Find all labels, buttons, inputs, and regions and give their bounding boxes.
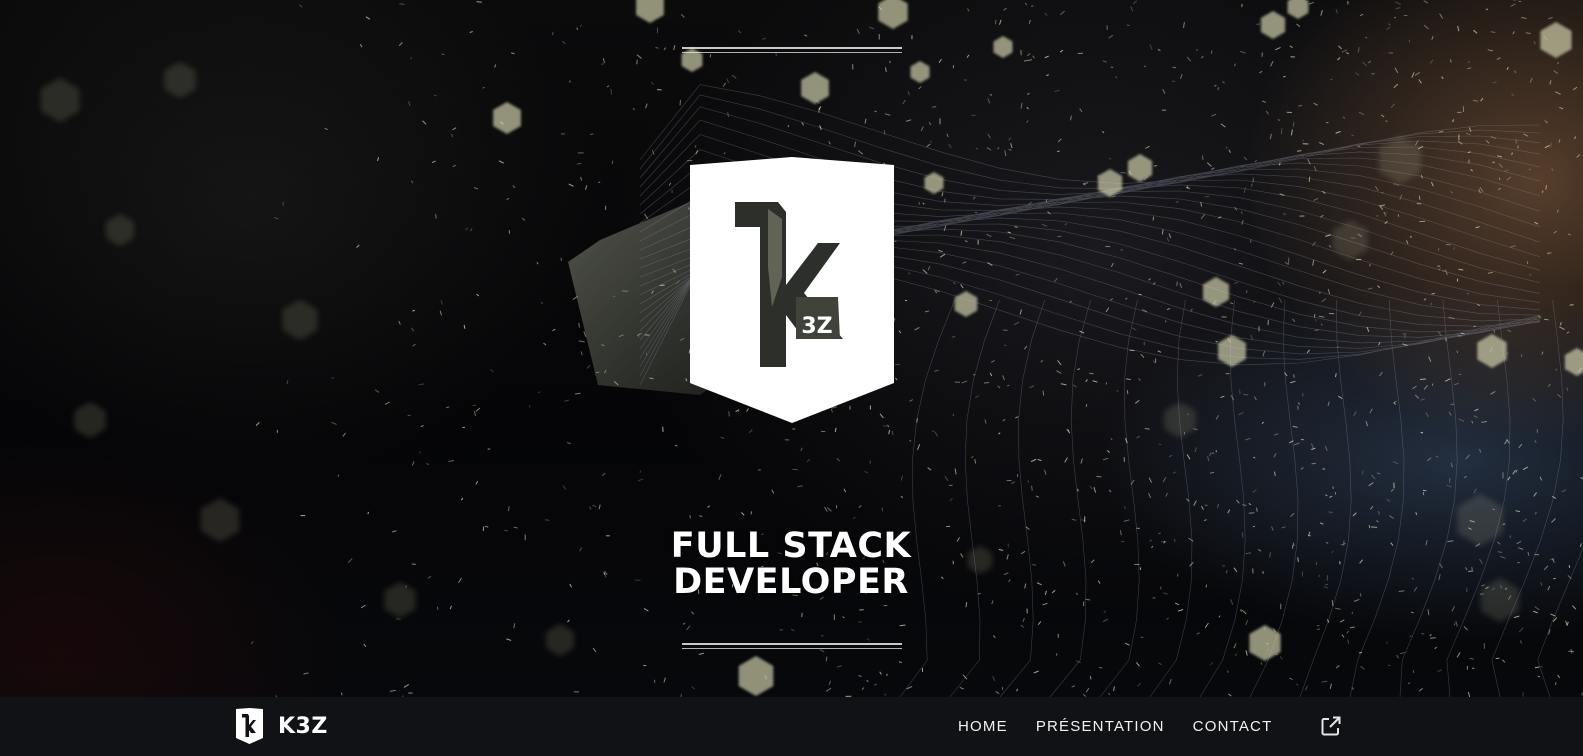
nav-presentation[interactable]: PRÉSENTATION <box>1036 718 1165 735</box>
navbar: K3Z HOME PRÉSENTATION CONTACT <box>0 697 1583 756</box>
hero-title-line-2: DEVELOPER <box>673 562 909 602</box>
nav-home[interactable]: HOME <box>958 718 1008 735</box>
hero-section: 3Z FULL STACK DEVELOPER <box>0 0 1583 697</box>
nav-contact[interactable]: CONTACT <box>1193 718 1273 735</box>
external-link-icon[interactable] <box>1320 715 1342 737</box>
page: 3Z FULL STACK DEVELOPER K3Z HOME PRÉSENT… <box>0 0 1583 756</box>
hero-title: FULL STACK DEVELOPER <box>591 528 991 600</box>
brand-name: K3Z <box>278 713 328 739</box>
hero-bottom-divider <box>682 643 902 649</box>
k3z-shield-logo-icon: 3Z <box>690 157 894 423</box>
hero-top-divider <box>682 47 902 53</box>
hero-title-line-1: FULL STACK <box>670 526 912 566</box>
logo-3z-text: 3Z <box>801 314 832 339</box>
brand-link[interactable]: K3Z <box>236 706 328 746</box>
k3z-shield-logo-icon <box>236 708 263 744</box>
nav-menu: HOME PRÉSENTATION CONTACT <box>958 697 1300 756</box>
